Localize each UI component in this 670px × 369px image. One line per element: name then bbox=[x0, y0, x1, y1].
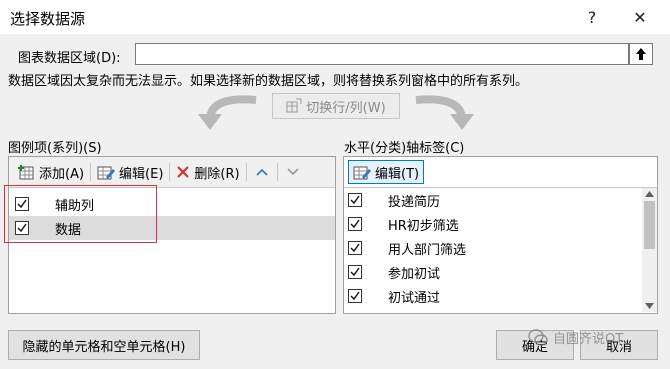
axis-item-label: 参加初试 bbox=[388, 266, 441, 282]
move-up-button[interactable] bbox=[249, 161, 275, 183]
axis-item[interactable]: 初试通过 bbox=[344, 284, 657, 308]
edit-table-icon bbox=[353, 166, 371, 180]
axis-scrollbar[interactable] bbox=[642, 188, 657, 312]
edit-axis-button[interactable]: 编辑(T) bbox=[348, 160, 425, 184]
toolbar-separator bbox=[276, 163, 278, 181]
curved-arrow-left-icon bbox=[198, 95, 257, 130]
chevron-down-icon bbox=[287, 168, 299, 176]
delete-series-label: 删除(R) bbox=[194, 166, 240, 182]
axis-item-label: 初试通过 bbox=[388, 290, 441, 306]
chevron-up-icon bbox=[256, 168, 268, 176]
axis-checkbox[interactable] bbox=[348, 193, 362, 207]
delete-series-button[interactable]: 删除(R) bbox=[172, 161, 243, 183]
hidden-empty-cells-label: 隐藏的单元格和空单元格(H) bbox=[22, 339, 186, 355]
add-series-button[interactable]: 添加(A) bbox=[13, 161, 88, 183]
watermark: 自圆齐说OT bbox=[528, 328, 623, 347]
legend-heading: 图例项(系列)(S) bbox=[8, 141, 102, 156]
switch-grid-icon bbox=[286, 98, 302, 113]
axis-heading: 水平(分类)轴标签(C) bbox=[344, 141, 465, 156]
checkmark-icon bbox=[350, 243, 360, 253]
close-icon: ✕ bbox=[633, 7, 647, 27]
axis-item[interactable]: 投递简历 bbox=[344, 188, 657, 212]
info-message: 数据区域因太复杂而无法显示。如果选择新的数据区域，则将替换系列窗格中的所有系列。 bbox=[8, 74, 529, 89]
legend-toolbar: 添加(A) 编辑(E) 删除(R) bbox=[9, 157, 335, 188]
axis-item-label: 用人部门筛选 bbox=[388, 242, 467, 258]
axis-list: 投递简历 HR初步筛选 用人部门筛选 参加初试 初试通过 bbox=[344, 187, 657, 312]
scrollbar-thumb[interactable] bbox=[644, 201, 655, 249]
add-series-label: 添加(A) bbox=[39, 166, 85, 182]
switch-row-column-label: 切换行/列(W) bbox=[306, 100, 386, 116]
help-icon: ? bbox=[587, 7, 597, 27]
toolbar-separator bbox=[245, 163, 247, 181]
highlight-annotation bbox=[4, 185, 157, 243]
title-bar bbox=[0, 0, 670, 34]
axis-item[interactable]: 用人部门筛选 bbox=[344, 236, 657, 260]
close-button[interactable]: ✕ bbox=[626, 4, 654, 30]
axis-checkbox[interactable] bbox=[348, 241, 362, 255]
checkmark-icon bbox=[350, 219, 360, 229]
axis-checkbox[interactable] bbox=[348, 289, 362, 303]
axis-panel: 编辑(T) 投递简历 HR初步筛选 用人部门筛选 参加初试 初试通过 bbox=[343, 156, 658, 314]
wechat-logo-icon bbox=[528, 328, 548, 346]
edit-axis-label: 编辑(T) bbox=[375, 166, 420, 182]
edit-table-icon bbox=[97, 166, 116, 180]
axis-checkbox[interactable] bbox=[348, 265, 362, 279]
watermark-text: 自圆齐说OT bbox=[553, 332, 624, 347]
checkmark-icon bbox=[350, 291, 360, 301]
data-range-input[interactable] bbox=[135, 43, 629, 65]
scroll-down-icon[interactable] bbox=[645, 303, 654, 309]
move-down-button[interactable] bbox=[280, 161, 306, 183]
dialog-title: 选择数据源 bbox=[10, 10, 86, 28]
axis-item-label: 投递简历 bbox=[388, 194, 441, 210]
delete-x-icon bbox=[177, 166, 190, 178]
curved-arrow-right-icon bbox=[415, 95, 474, 130]
axis-toolbar: 编辑(T) bbox=[344, 157, 657, 187]
hidden-empty-cells-button[interactable]: 隐藏的单元格和空单元格(H) bbox=[8, 330, 200, 360]
arrow-up-icon bbox=[636, 48, 646, 60]
axis-item[interactable]: 参加初试 bbox=[344, 260, 657, 284]
toolbar-separator bbox=[90, 163, 92, 181]
data-range-label: 图表数据区域(D): bbox=[18, 51, 121, 66]
checkmark-icon bbox=[350, 267, 360, 277]
edit-series-button[interactable]: 编辑(E) bbox=[93, 161, 167, 183]
axis-checkbox[interactable] bbox=[348, 217, 362, 231]
toolbar-separator bbox=[169, 163, 171, 181]
axis-item-label: HR初步筛选 bbox=[388, 218, 459, 234]
scroll-up-icon[interactable] bbox=[645, 191, 654, 197]
help-button[interactable]: ? bbox=[578, 4, 606, 30]
edit-series-label: 编辑(E) bbox=[119, 166, 164, 182]
add-table-icon bbox=[18, 165, 34, 180]
collapse-range-button[interactable] bbox=[629, 43, 653, 65]
switch-row-column-button[interactable]: 切换行/列(W) bbox=[272, 93, 400, 119]
checkmark-icon bbox=[350, 195, 360, 205]
axis-item[interactable]: HR初步筛选 bbox=[344, 212, 657, 236]
